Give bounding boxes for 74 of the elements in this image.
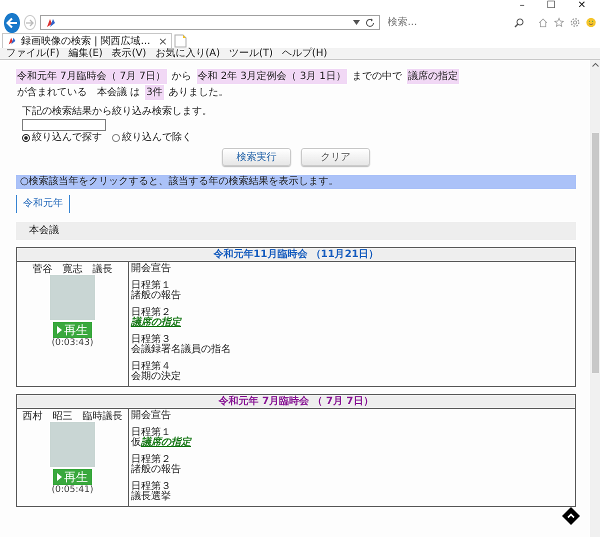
scroll-to-top-button[interactable] <box>562 507 580 525</box>
menu-item[interactable]: 表示(V) <box>112 48 146 59</box>
filter-label: 下記の検索結果から絞り込み検索します。 <box>22 106 212 118</box>
speaker-name: 西村 昭三 臨時議長 <box>22 411 122 422</box>
menu-item[interactable]: ヘルプ(H) <box>282 48 328 59</box>
agenda-number: 日程第４ <box>131 362 171 372</box>
agenda-number: 日程第２ <box>131 455 171 465</box>
tab-title: 録画映像の検索 | 関西広域... <box>21 34 150 48</box>
radio-button[interactable] <box>112 134 120 142</box>
menu-item[interactable]: お気に入り(A) <box>155 48 220 59</box>
filter-option[interactable]: 絞り込んで除く <box>112 132 192 144</box>
highlighted-term: 3件 <box>145 85 164 100</box>
filter-input[interactable] <box>22 119 106 131</box>
window-control[interactable]: ✕ <box>578 0 586 12</box>
video-duration: (0:05:41) <box>52 485 94 496</box>
menu-item[interactable]: 編集(E) <box>68 48 103 59</box>
home-icon[interactable] <box>538 16 548 29</box>
section-header: 本会議 <box>16 222 576 240</box>
radio-button[interactable] <box>22 134 30 142</box>
agenda-number: 日程第３ <box>131 335 171 345</box>
back-button[interactable] <box>4 12 20 32</box>
agenda-title: 会議録署名議員の指名 <box>131 345 232 355</box>
site-logo-icon <box>44 16 57 28</box>
search-icon[interactable] <box>514 18 524 28</box>
menu-item[interactable]: ファイル(F) <box>6 48 60 59</box>
session-title-link[interactable]: 令和元年11月臨時会 （11月21日） <box>17 248 575 262</box>
dropdown-caret-icon[interactable] <box>352 20 360 25</box>
scrollbar[interactable] <box>590 60 600 537</box>
new-tab-icon[interactable] <box>174 34 188 48</box>
play-icon <box>57 473 62 481</box>
agenda-title: 諸般の報告 <box>131 291 182 301</box>
agenda-number: 日程第３ <box>131 482 172 492</box>
filter-option[interactable]: 絞り込んで探す <box>22 132 102 144</box>
agenda-number: 日程第２ <box>131 308 171 318</box>
summary-text: ありました。 <box>168 86 230 100</box>
highlighted-term: 令和 2年 3月定例会（ 3月 1日） <box>196 69 347 84</box>
agenda-number: 日程第１ <box>131 428 171 438</box>
agenda-title: 諸般の報告 <box>131 465 182 475</box>
refresh-icon[interactable] <box>364 18 375 28</box>
session-title-link[interactable]: 令和元年 7月臨時会 （ 7月 7日） <box>17 395 575 409</box>
arrow-right-icon <box>24 18 35 28</box>
play-icon <box>57 326 62 334</box>
photo-placeholder <box>50 422 95 467</box>
tab-close-button[interactable]: × <box>158 34 168 48</box>
agenda-number: 日程第１ <box>131 281 171 291</box>
photo-placeholder <box>50 275 95 320</box>
matched-term-link[interactable]: 議席の指定 <box>141 437 191 448</box>
highlighted-term: 議席の指定 <box>406 69 459 84</box>
forward-button[interactable] <box>24 15 36 30</box>
search-button[interactable]: 検索実行 <box>222 148 291 166</box>
agenda-title: 議長選挙 <box>131 492 172 502</box>
menu-item[interactable]: ツール(T) <box>229 48 273 59</box>
speaker-name: 菅谷 寛志 議長 <box>32 264 112 275</box>
settings-icon[interactable] <box>570 16 580 29</box>
video-duration: (0:03:43) <box>52 338 94 349</box>
highlighted-term: 令和元年 7月臨時会（ 7月 7日） <box>16 69 167 84</box>
year-tab[interactable]: 令和元年 <box>16 195 70 213</box>
arrow-left-icon <box>4 16 19 30</box>
agenda-title: 開会宣告 <box>131 411 172 421</box>
star-icon[interactable] <box>554 16 564 29</box>
agenda-title: 会期の決定 <box>131 372 182 382</box>
clear-button[interactable]: クリア <box>301 148 370 166</box>
matched-term-link[interactable]: 議席の指定 <box>131 318 573 328</box>
summary-text: から <box>170 70 193 84</box>
site-logo-icon <box>7 36 17 46</box>
agenda-title: 仮議席の指定 <box>131 438 193 448</box>
notice-bar: ○検索該当年をクリックすると、該当する年の検索結果を表示します。 <box>16 175 576 189</box>
smiley-icon[interactable] <box>586 16 596 29</box>
window-control[interactable]: – <box>520 0 525 12</box>
summary-text: までの中で <box>350 70 403 84</box>
agenda-title: 開会宣告 <box>131 264 172 274</box>
browser-tab[interactable]: 録画映像の検索 | 関西広域... × <box>2 33 172 48</box>
window-control[interactable]: ☐ <box>546 0 556 12</box>
summary-text: が含まれている 本会議 は <box>16 86 142 100</box>
